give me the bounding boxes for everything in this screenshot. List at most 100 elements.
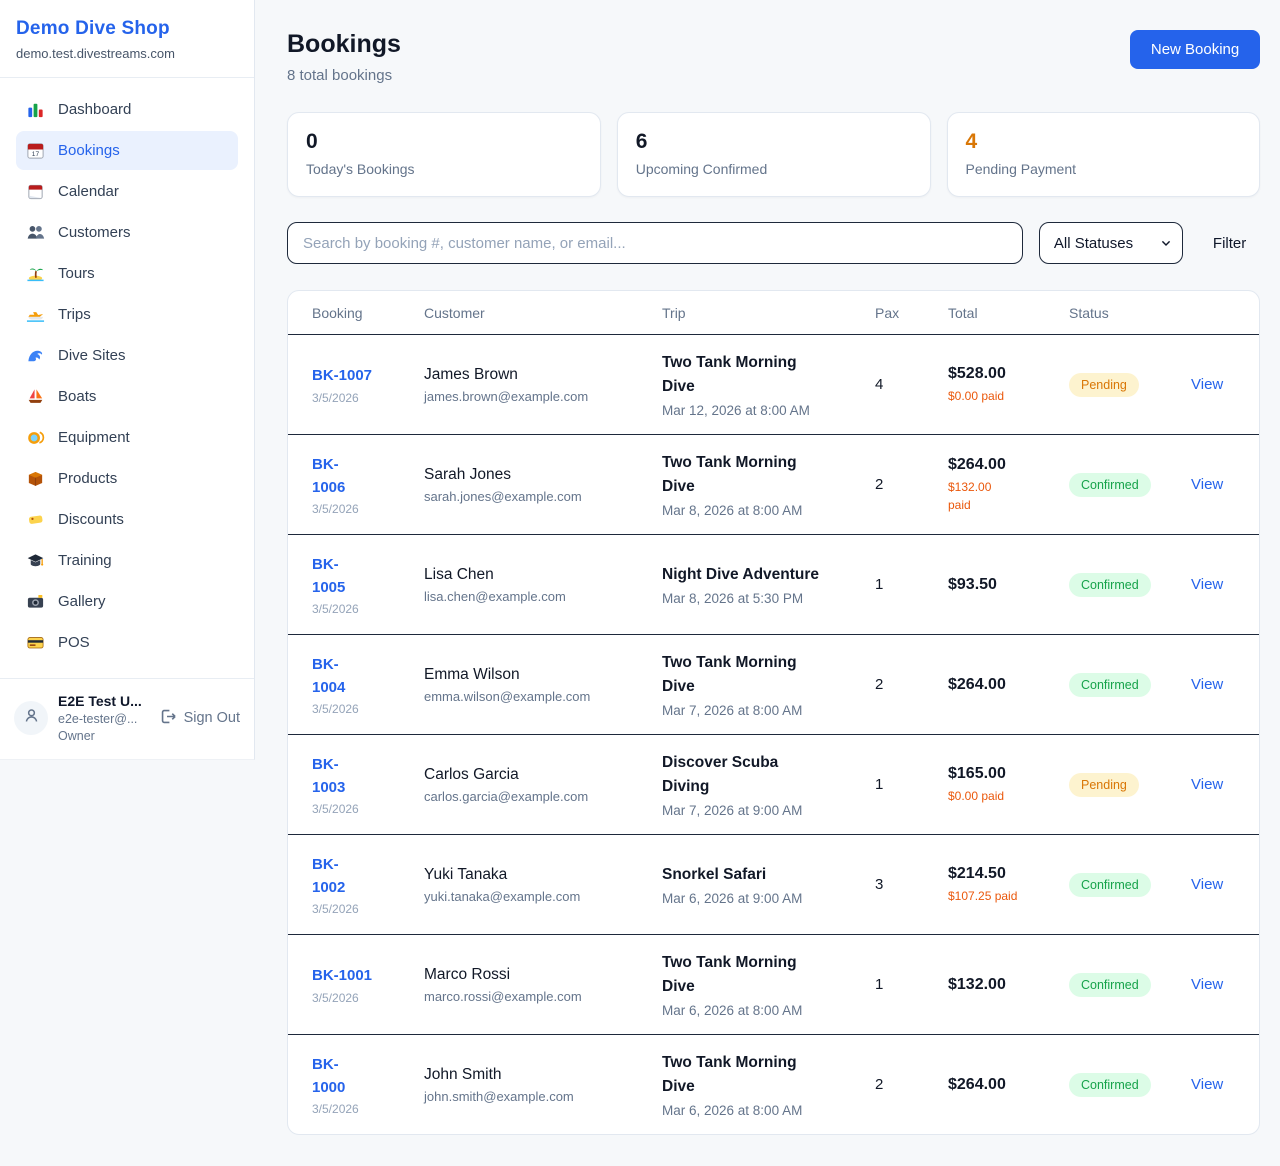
- sidebar-item-calendar[interactable]: Calendar: [16, 172, 238, 211]
- sidebar-item-boats[interactable]: Boats: [16, 377, 238, 416]
- sidebar: Demo Dive Shop demo.test.divestreams.com…: [0, 0, 255, 760]
- customer-name: Yuki Tanaka: [424, 866, 650, 884]
- sign-out-button[interactable]: Sign Out: [158, 707, 240, 730]
- total-amount: $528.00: [948, 365, 1057, 383]
- view-link[interactable]: View: [1191, 1076, 1223, 1093]
- stats-row: 0 Today's Bookings 6 Upcoming Confirmed …: [287, 112, 1260, 197]
- booking-id-link[interactable]: BK- 1004: [312, 653, 412, 700]
- customer-name: John Smith: [424, 1066, 650, 1084]
- actions-cell: View: [1191, 776, 1235, 794]
- amount-paid: $132.00 paid: [948, 478, 1057, 514]
- trip-datetime: Mar 12, 2026 at 8:00 AM: [662, 403, 863, 418]
- sidebar-item-products[interactable]: Products: [16, 459, 238, 498]
- status-badge: Confirmed: [1069, 1073, 1151, 1097]
- sidebar-item-training[interactable]: Training: [16, 541, 238, 580]
- sidebar-item-bookings[interactable]: 17Bookings: [16, 131, 238, 170]
- search-input[interactable]: [287, 222, 1023, 264]
- view-link[interactable]: View: [1191, 576, 1223, 593]
- status-badge: Confirmed: [1069, 873, 1151, 897]
- booking-id-link[interactable]: BK- 1005: [312, 553, 412, 600]
- customer-email: lisa.chen@example.com: [424, 589, 650, 604]
- view-link[interactable]: View: [1191, 476, 1223, 493]
- sidebar-item-pos[interactable]: POS: [16, 623, 238, 662]
- view-link[interactable]: View: [1191, 376, 1223, 393]
- status-cell: Confirmed: [1069, 1073, 1191, 1097]
- column-header-booking: Booking: [312, 305, 424, 321]
- sidebar-item-dive-sites[interactable]: Dive Sites: [16, 336, 238, 375]
- booking-id-link[interactable]: BK- 1000: [312, 1053, 412, 1100]
- booking-id-link[interactable]: BK- 1003: [312, 753, 412, 800]
- booking-id-link[interactable]: BK-1001: [312, 964, 412, 987]
- pax-value: 2: [875, 476, 948, 493]
- trip-name: Two Tank Morning Dive: [662, 451, 863, 499]
- trip-datetime: Mar 6, 2026 at 8:00 AM: [662, 1103, 863, 1118]
- trip-name: Snorkel Safari: [662, 863, 863, 887]
- booking-date: 3/5/2026: [312, 802, 412, 816]
- booking-date: 3/5/2026: [312, 991, 412, 1005]
- customer-email: sarah.jones@example.com: [424, 489, 650, 504]
- sign-out-icon: [158, 707, 177, 730]
- sidebar-item-tours[interactable]: Tours: [16, 254, 238, 293]
- view-link[interactable]: View: [1191, 976, 1223, 993]
- booking-cell: BK- 1005 3/5/2026: [312, 553, 424, 617]
- customer-email: marco.rossi@example.com: [424, 989, 650, 1004]
- amount-paid: $0.00 paid: [948, 787, 1057, 805]
- trip-name: Two Tank Morning Dive: [662, 351, 863, 399]
- amount-paid: $0.00 paid: [948, 387, 1057, 405]
- sidebar-item-label: Equipment: [58, 429, 130, 446]
- total-amount: $165.00: [948, 765, 1057, 783]
- calendar-bookings-icon: 17: [26, 141, 45, 160]
- customer-cell: Emma Wilsonemma.wilson@example.com: [424, 666, 662, 704]
- sidebar-item-gallery[interactable]: Gallery: [16, 582, 238, 621]
- view-link[interactable]: View: [1191, 776, 1223, 793]
- sidebar-item-dashboard[interactable]: Dashboard: [16, 90, 238, 129]
- page-header-text: Bookings 8 total bookings: [287, 30, 401, 84]
- table-row: BK- 10053/5/2026Lisa Chenlisa.chen@examp…: [288, 535, 1259, 635]
- status-cell: Confirmed: [1069, 573, 1191, 597]
- booking-id-link[interactable]: BK-1007: [312, 364, 412, 387]
- booking-id-link[interactable]: BK- 1006: [312, 453, 412, 500]
- pax-value: 3: [875, 876, 948, 893]
- sidebar-item-label: Training: [58, 552, 112, 569]
- total-cell: $93.50: [948, 576, 1069, 594]
- booking-date: 3/5/2026: [312, 902, 412, 916]
- customer-cell: Carlos Garciacarlos.garcia@example.com: [424, 766, 662, 804]
- customer-name: Marco Rossi: [424, 966, 650, 984]
- new-booking-button[interactable]: New Booking: [1130, 30, 1260, 69]
- booking-id-link[interactable]: BK- 1002: [312, 853, 412, 900]
- user-info: E2E Test U... e2e-tester@... Owner: [58, 693, 148, 743]
- pax-value: 2: [875, 676, 948, 693]
- sidebar-user-footer: E2E Test U... e2e-tester@... Owner Sign …: [0, 678, 254, 759]
- package-icon: [26, 469, 45, 488]
- sidebar-item-label: Discounts: [58, 511, 124, 528]
- sidebar-item-equipment[interactable]: Equipment: [16, 418, 238, 457]
- view-link[interactable]: View: [1191, 876, 1223, 893]
- customer-cell: Sarah Jones sarah.jones@example.com: [424, 466, 662, 504]
- status-cell: Confirmed: [1069, 973, 1191, 997]
- stat-label: Upcoming Confirmed: [636, 161, 912, 177]
- status-select[interactable]: All Statuses: [1039, 222, 1183, 264]
- table-row: BK- 10043/5/2026Emma Wilsonemma.wilson@e…: [288, 635, 1259, 735]
- sidebar-item-label: Products: [58, 470, 117, 487]
- sidebar-item-discounts[interactable]: Discounts: [16, 500, 238, 539]
- actions-cell: View: [1191, 976, 1235, 994]
- trip-cell: Two Tank Morning DiveMar 6, 2026 at 8:00…: [662, 951, 875, 1018]
- actions-cell: View: [1191, 376, 1235, 394]
- table-row: BK- 10003/5/2026John Smithjohn.smith@exa…: [288, 1035, 1259, 1134]
- filter-button[interactable]: Filter: [1199, 235, 1260, 252]
- customer-cell: James Brownjames.brown@example.com: [424, 366, 662, 404]
- customer-email: john.smith@example.com: [424, 1089, 650, 1104]
- customer-name: Sarah Jones: [424, 466, 650, 484]
- booking-cell: BK- 10043/5/2026: [312, 653, 424, 717]
- status-badge: Confirmed: [1069, 673, 1151, 697]
- sidebar-item-label: POS: [58, 634, 90, 651]
- booking-date: 3/5/2026: [312, 602, 412, 616]
- sidebar-item-trips[interactable]: Trips: [16, 295, 238, 334]
- actions-cell: View: [1191, 576, 1235, 594]
- total-amount: $264.00: [948, 1076, 1057, 1094]
- sidebar-item-customers[interactable]: Customers: [16, 213, 238, 252]
- graduation-cap-icon: [26, 551, 45, 570]
- stat-label: Today's Bookings: [306, 161, 582, 177]
- view-link[interactable]: View: [1191, 676, 1223, 693]
- table-row: BK- 10023/5/2026Yuki Tanakayuki.tanaka@e…: [288, 835, 1259, 935]
